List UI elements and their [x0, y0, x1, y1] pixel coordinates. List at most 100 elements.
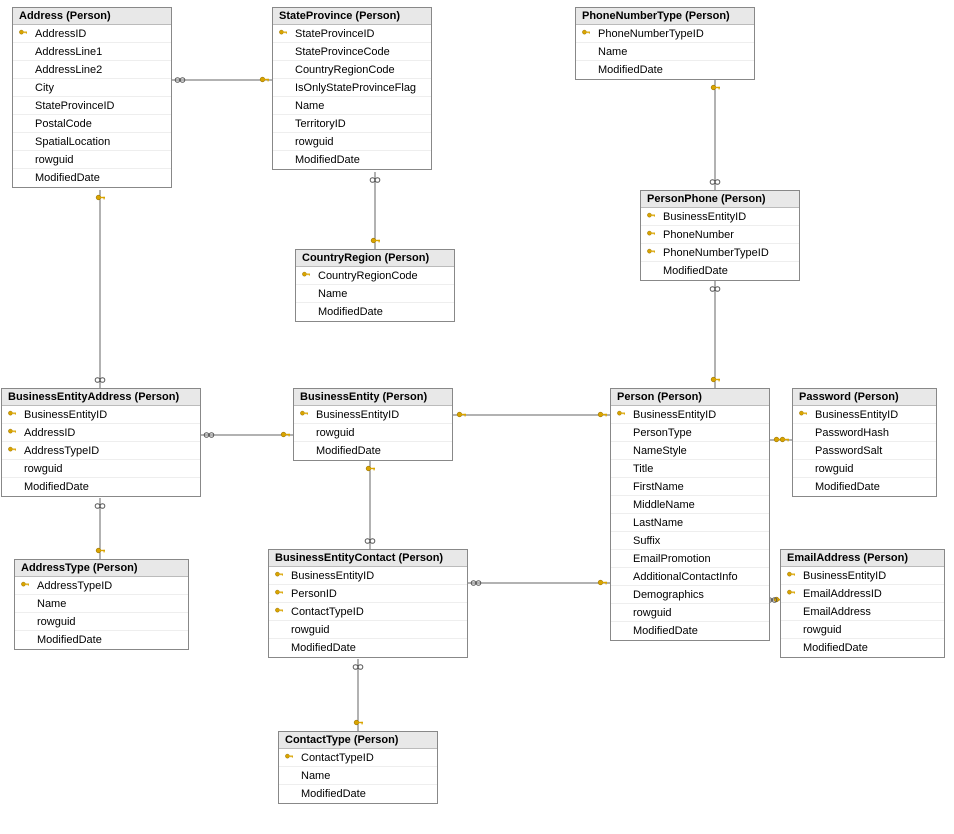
column-row[interactable]: EmailAddress: [781, 603, 944, 621]
column-row[interactable]: CountryRegionCode: [273, 61, 431, 79]
entity-emailaddress[interactable]: EmailAddress (Person)BusinessEntityIDEma…: [780, 549, 945, 658]
column-row[interactable]: rowguid: [793, 460, 936, 478]
column-row[interactable]: rowguid: [294, 424, 452, 442]
entity-stateprovince[interactable]: StateProvince (Person)StateProvinceIDSta…: [272, 7, 432, 170]
column-row[interactable]: EmailPromotion: [611, 550, 769, 568]
entity-header[interactable]: BusinessEntity (Person): [294, 389, 452, 406]
column-row[interactable]: ModifiedDate: [294, 442, 452, 460]
column-row[interactable]: StateProvinceCode: [273, 43, 431, 61]
column-row[interactable]: ModifiedDate: [641, 262, 799, 280]
column-row[interactable]: AddressLine1: [13, 43, 171, 61]
column-row[interactable]: PersonType: [611, 424, 769, 442]
column-row[interactable]: Name: [273, 97, 431, 115]
column-row[interactable]: PersonID: [269, 585, 467, 603]
column-row[interactable]: ModifiedDate: [279, 785, 437, 803]
column-row[interactable]: LastName: [611, 514, 769, 532]
column-row[interactable]: PhoneNumberTypeID: [641, 244, 799, 262]
column-row[interactable]: Name: [296, 285, 454, 303]
column-row[interactable]: EmailAddressID: [781, 585, 944, 603]
column-row[interactable]: Suffix: [611, 532, 769, 550]
entity-header[interactable]: BusinessEntityAddress (Person): [2, 389, 200, 406]
column-row[interactable]: StateProvinceID: [13, 97, 171, 115]
column-row[interactable]: rowguid: [2, 460, 200, 478]
column-row[interactable]: ModifiedDate: [15, 631, 188, 649]
column-row[interactable]: AddressTypeID: [15, 577, 188, 595]
column-row[interactable]: BusinessEntityID: [269, 567, 467, 585]
entity-header[interactable]: BusinessEntityContact (Person): [269, 550, 467, 567]
entity-header[interactable]: EmailAddress (Person): [781, 550, 944, 567]
column-row[interactable]: Title: [611, 460, 769, 478]
column-row[interactable]: ModifiedDate: [296, 303, 454, 321]
column-row[interactable]: MiddleName: [611, 496, 769, 514]
column-row[interactable]: ContactTypeID: [269, 603, 467, 621]
column-row[interactable]: Name: [576, 43, 754, 61]
column-row[interactable]: PasswordSalt: [793, 442, 936, 460]
entity-header[interactable]: PhoneNumberType (Person): [576, 8, 754, 25]
column-row[interactable]: rowguid: [611, 604, 769, 622]
column-row[interactable]: BusinessEntityID: [611, 406, 769, 424]
column-row[interactable]: StateProvinceID: [273, 25, 431, 43]
column-row[interactable]: BusinessEntityID: [641, 208, 799, 226]
column-row[interactable]: ModifiedDate: [273, 151, 431, 169]
entity-businessentity[interactable]: BusinessEntity (Person)BusinessEntityIDr…: [293, 388, 453, 461]
entity-header[interactable]: ContactType (Person): [279, 732, 437, 749]
column-row[interactable]: rowguid: [273, 133, 431, 151]
column-name: TerritoryID: [291, 118, 346, 130]
entity-password[interactable]: Password (Person)BusinessEntityID Passwor…: [792, 388, 937, 497]
entity-header[interactable]: Password (Person): [793, 389, 936, 406]
column-row[interactable]: ModifiedDate: [269, 639, 467, 657]
entity-header[interactable]: Address (Person): [13, 8, 171, 25]
column-row[interactable]: AdditionalContactInfo: [611, 568, 769, 586]
entity-countryregion[interactable]: CountryRegion (Person)CountryRegionCode N…: [295, 249, 455, 322]
column-row[interactable]: PhoneNumberTypeID: [576, 25, 754, 43]
entity-address[interactable]: Address (Person)AddressIDAddressLine1Add…: [12, 7, 172, 188]
column-row[interactable]: FirstName: [611, 478, 769, 496]
column-row[interactable]: CountryRegionCode: [296, 267, 454, 285]
column-row[interactable]: AddressID: [2, 424, 200, 442]
column-row[interactable]: ModifiedDate: [576, 61, 754, 79]
column-name: ModifiedDate: [297, 788, 366, 800]
entity-header[interactable]: CountryRegion (Person): [296, 250, 454, 267]
column-row[interactable]: Name: [279, 767, 437, 785]
column-row[interactable]: rowguid: [15, 613, 188, 631]
column-name: Name: [314, 288, 347, 300]
column-row[interactable]: BusinessEntityID: [793, 406, 936, 424]
column-row[interactable]: ModifiedDate: [781, 639, 944, 657]
entity-header[interactable]: AddressType (Person): [15, 560, 188, 577]
column-row[interactable]: BusinessEntityID: [294, 406, 452, 424]
entity-header[interactable]: PersonPhone (Person): [641, 191, 799, 208]
column-row[interactable]: AddressLine2: [13, 61, 171, 79]
column-row[interactable]: Demographics: [611, 586, 769, 604]
entity-contacttype[interactable]: ContactType (Person)ContactTypeIDName Mod…: [278, 731, 438, 804]
column-row[interactable]: Name: [15, 595, 188, 613]
column-row[interactable]: TerritoryID: [273, 115, 431, 133]
column-row[interactable]: ContactTypeID: [279, 749, 437, 767]
column-row[interactable]: ModifiedDate: [2, 478, 200, 496]
entity-businessentitycontact[interactable]: BusinessEntityContact (Person)BusinessEn…: [268, 549, 468, 658]
column-row[interactable]: ModifiedDate: [793, 478, 936, 496]
column-row[interactable]: BusinessEntityID: [2, 406, 200, 424]
entity-header[interactable]: StateProvince (Person): [273, 8, 431, 25]
column-row[interactable]: BusinessEntityID: [781, 567, 944, 585]
column-row[interactable]: rowguid: [13, 151, 171, 169]
column-row[interactable]: rowguid: [781, 621, 944, 639]
column-row[interactable]: AddressID: [13, 25, 171, 43]
entity-personphone[interactable]: PersonPhone (Person)BusinessEntityIDPhon…: [640, 190, 800, 281]
column-row[interactable]: SpatialLocation: [13, 133, 171, 151]
entity-businessentityaddress[interactable]: BusinessEntityAddress (Person)BusinessEn…: [1, 388, 201, 497]
entity-phonenumbertype[interactable]: PhoneNumberType (Person)PhoneNumberTypeI…: [575, 7, 755, 80]
column-row[interactable]: ModifiedDate: [13, 169, 171, 187]
column-row[interactable]: PhoneNumber: [641, 226, 799, 244]
column-row[interactable]: IsOnlyStateProvinceFlag: [273, 79, 431, 97]
entity-person[interactable]: Person (Person)BusinessEntityIDPersonTyp…: [610, 388, 770, 641]
entity-header[interactable]: Person (Person): [611, 389, 769, 406]
column-row[interactable]: rowguid: [269, 621, 467, 639]
column-row[interactable]: PostalCode: [13, 115, 171, 133]
column-row[interactable]: ModifiedDate: [611, 622, 769, 640]
column-name: PasswordHash: [811, 427, 889, 439]
entity-addresstype[interactable]: AddressType (Person)AddressTypeIDNamerow…: [14, 559, 189, 650]
column-row[interactable]: NameStyle: [611, 442, 769, 460]
column-row[interactable]: City: [13, 79, 171, 97]
column-row[interactable]: AddressTypeID: [2, 442, 200, 460]
column-row[interactable]: PasswordHash: [793, 424, 936, 442]
